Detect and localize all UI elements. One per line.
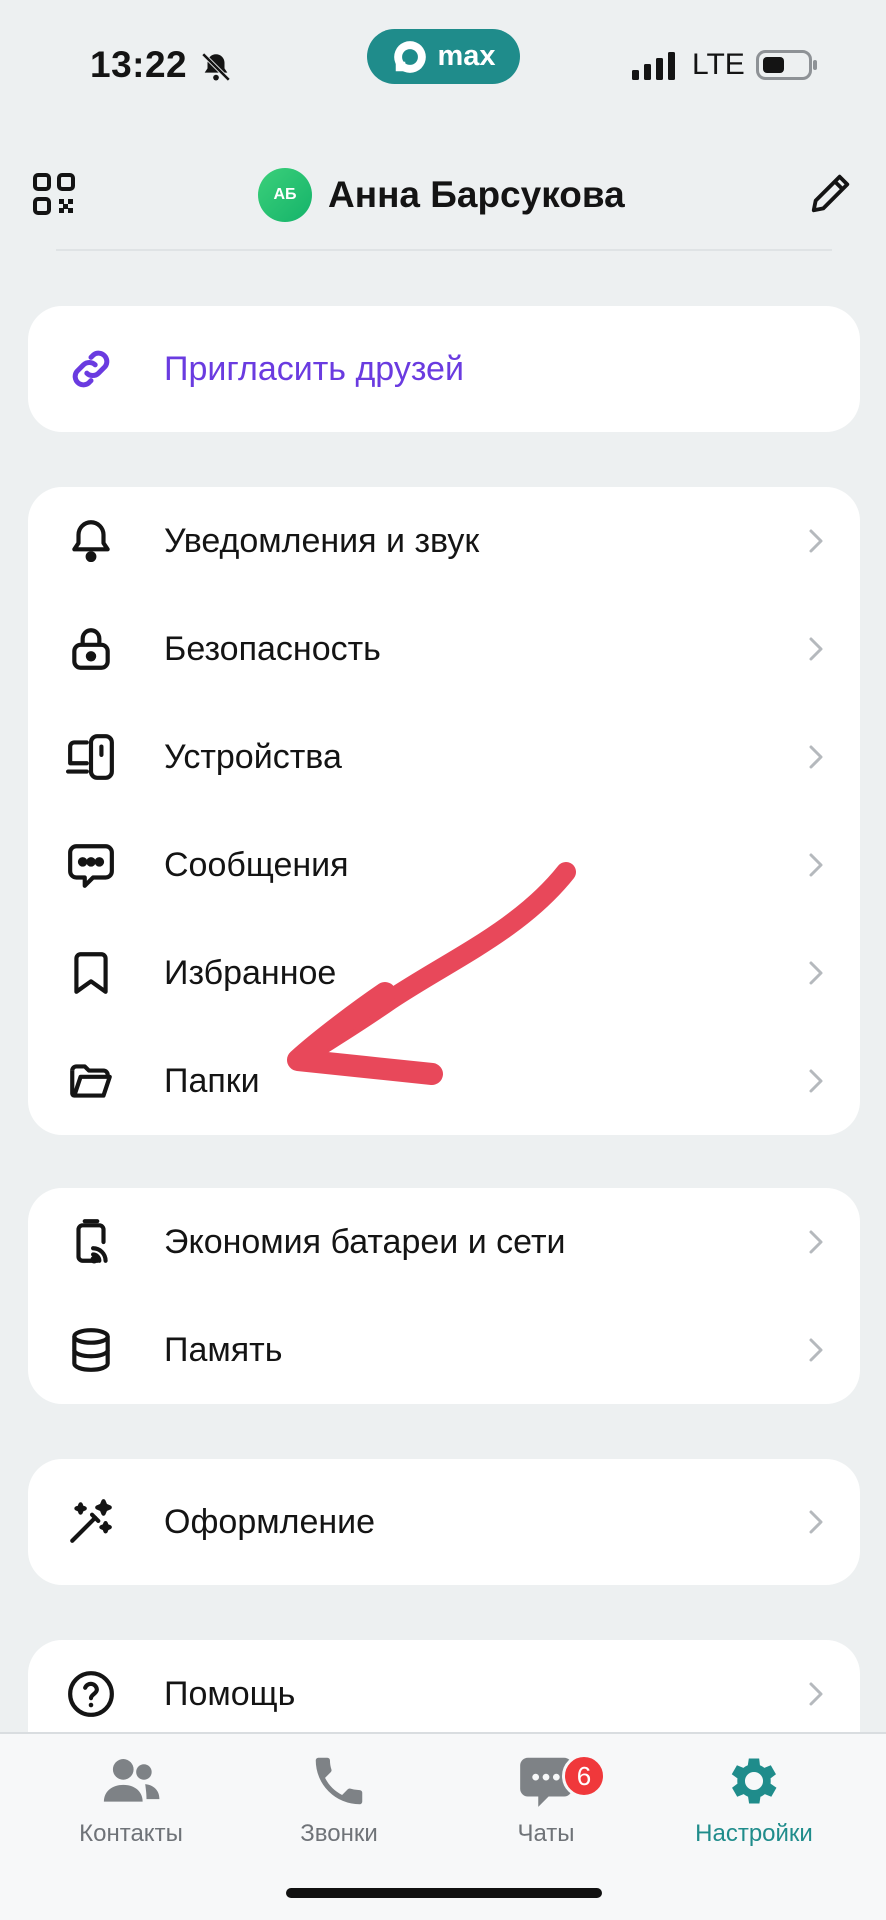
settings-item-label: Экономия батареи и сети	[164, 1222, 566, 1261]
message-icon	[66, 840, 116, 890]
bell-icon	[66, 516, 116, 566]
chevron-right-icon	[809, 1069, 823, 1093]
storage-icon	[66, 1325, 116, 1375]
invite-card: Пригласить друзей	[28, 306, 860, 432]
bookmark-icon	[66, 948, 116, 998]
settings-item-label: Безопасность	[164, 629, 381, 668]
profile-summary[interactable]: АБ Анна Барсукова	[258, 168, 625, 222]
magic-wand-icon	[66, 1497, 116, 1547]
tab-contacts[interactable]: Контакты	[31, 1750, 231, 1848]
tab-settings[interactable]: Настройки	[654, 1750, 854, 1848]
profile-header: АБ Анна Барсукова	[0, 150, 886, 250]
bell-muted-icon	[201, 52, 231, 82]
contacts-icon	[103, 1759, 160, 1802]
chevron-right-icon	[809, 853, 823, 877]
lock-icon	[66, 624, 116, 674]
settings-item-label: Избранное	[164, 953, 337, 992]
max-logo-icon	[394, 40, 427, 73]
settings-item-folders[interactable]: Папки	[28, 1027, 860, 1135]
chevron-right-icon	[809, 1510, 823, 1534]
phone-icon	[315, 1757, 363, 1805]
invite-friends-label: Пригласить друзей	[164, 349, 464, 388]
gear-icon	[731, 1758, 777, 1804]
settings-item-label: Память	[164, 1330, 283, 1369]
qr-code-icon[interactable]	[32, 172, 76, 216]
help-icon	[66, 1669, 116, 1719]
status-bar: 13:22 max LTE	[0, 0, 886, 130]
devices-icon	[66, 732, 116, 782]
tab-label: Звонки	[300, 1820, 378, 1847]
tab-label: Чаты	[517, 1820, 575, 1847]
settings-item-label: Оформление	[164, 1502, 376, 1541]
settings-item-label: Сообщения	[164, 845, 349, 884]
invite-friends-row[interactable]: Пригласить друзей	[28, 306, 860, 432]
settings-group-resources: Экономия батареи и сети Память	[28, 1188, 860, 1404]
header-divider	[56, 249, 832, 251]
battery-icon	[756, 50, 817, 80]
app-pill-label: max	[437, 40, 496, 72]
avatar: АБ	[258, 168, 312, 222]
link-icon	[66, 344, 116, 394]
chevron-right-icon	[809, 1682, 823, 1706]
pencil-icon[interactable]	[808, 170, 854, 216]
folder-icon	[66, 1056, 116, 1106]
tab-chats[interactable]: 6 Чаты	[446, 1750, 646, 1848]
battery-saver-icon	[66, 1217, 116, 1267]
settings-item-battery-saver[interactable]: Экономия батареи и сети	[28, 1188, 860, 1296]
settings-item-devices[interactable]: Устройства	[28, 703, 860, 811]
chevron-right-icon	[809, 1338, 823, 1362]
chevron-right-icon	[809, 637, 823, 661]
settings-item-label: Папки	[164, 1061, 260, 1100]
chevron-right-icon	[809, 1230, 823, 1254]
home-indicator	[286, 1888, 602, 1898]
settings-item-favorites[interactable]: Избранное	[28, 919, 860, 1027]
tab-label: Настройки	[695, 1820, 813, 1847]
cellular-signal-icon	[632, 52, 675, 80]
network-type: LTE	[692, 48, 745, 81]
chevron-right-icon	[809, 961, 823, 985]
chevron-right-icon	[809, 529, 823, 553]
app-indicator-pill[interactable]: max	[367, 29, 520, 84]
settings-item-label: Уведомления и звук	[164, 521, 480, 560]
profile-name: Анна Барсукова	[328, 174, 625, 215]
unread-count-badge: 6	[562, 1754, 606, 1798]
settings-item-appearance[interactable]: Оформление	[28, 1459, 860, 1585]
settings-item-notifications[interactable]: Уведомления и звук	[28, 487, 860, 595]
settings-group-appearance: Оформление	[28, 1459, 860, 1585]
settings-item-label: Помощь	[164, 1674, 296, 1713]
tab-calls[interactable]: Звонки	[239, 1750, 439, 1848]
settings-group-main: Уведомления и звук Безопасность Устройст…	[28, 487, 860, 1135]
chevron-right-icon	[809, 745, 823, 769]
settings-item-storage[interactable]: Память	[28, 1296, 860, 1404]
status-time: 13:22	[90, 44, 188, 85]
settings-item-messages[interactable]: Сообщения	[28, 811, 860, 919]
settings-item-security[interactable]: Безопасность	[28, 595, 860, 703]
settings-item-label: Устройства	[164, 737, 342, 776]
tab-label: Контакты	[79, 1820, 183, 1847]
